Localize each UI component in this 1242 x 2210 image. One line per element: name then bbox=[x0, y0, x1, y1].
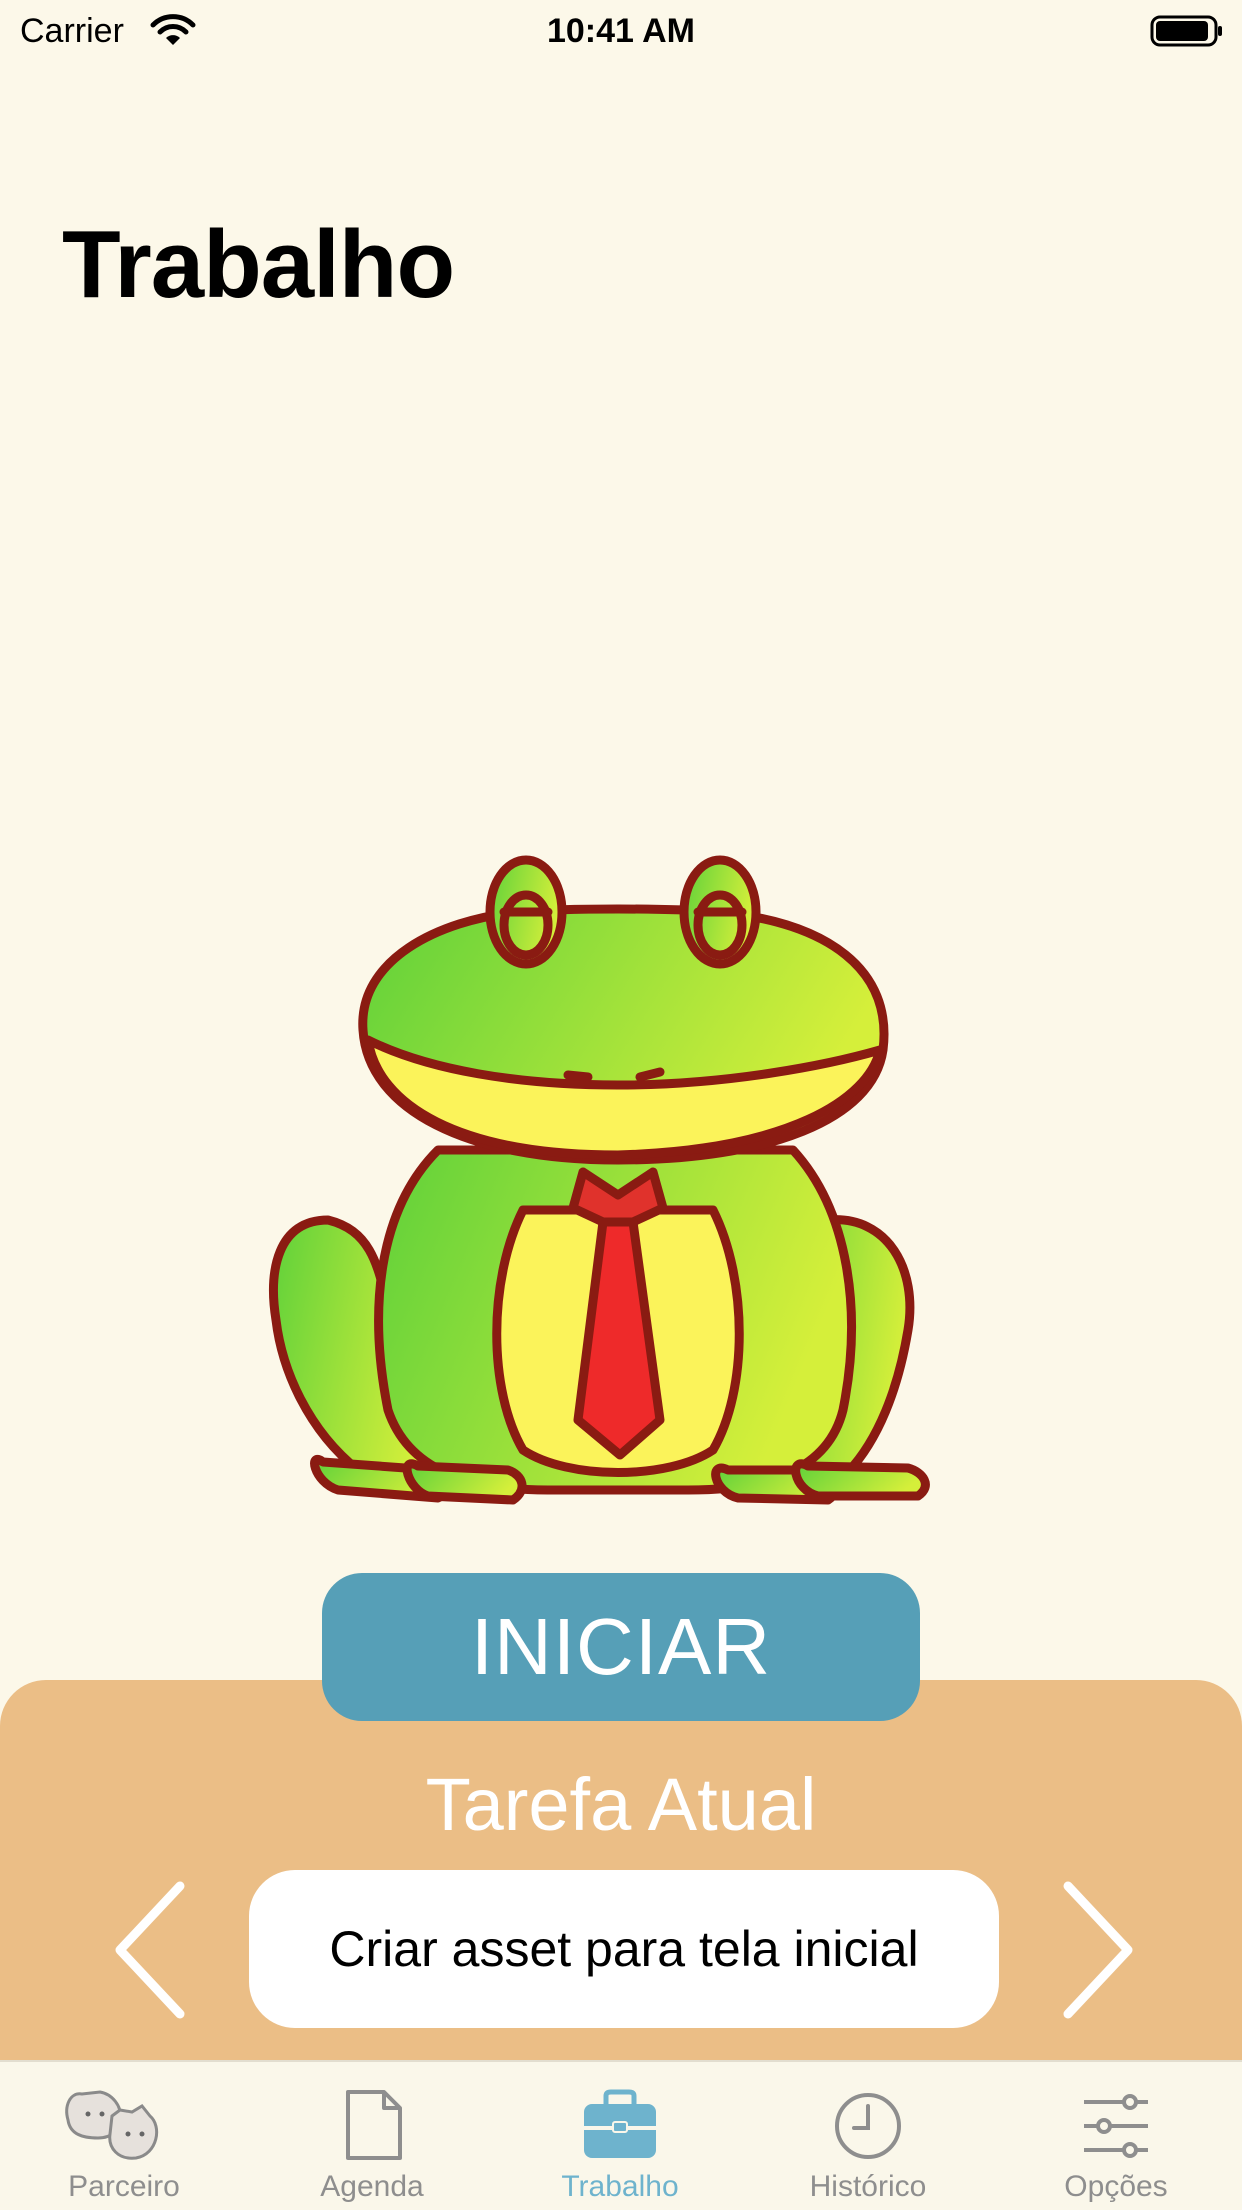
briefcase-icon bbox=[584, 2089, 656, 2158]
tab-label: Histórico bbox=[809, 2170, 927, 2203]
tab-trabalho[interactable]: Trabalho bbox=[496, 2062, 744, 2210]
page-title: Trabalho bbox=[62, 211, 455, 318]
sliders-icon bbox=[1084, 2094, 1148, 2158]
tab-label: Opções bbox=[1064, 2170, 1168, 2203]
chevron-right-icon[interactable] bbox=[1058, 1880, 1138, 2020]
battery-icon bbox=[1150, 15, 1222, 47]
frog-mascot-illustration bbox=[269, 855, 930, 1505]
pets-icon bbox=[65, 2090, 159, 2160]
chevron-left-icon[interactable] bbox=[110, 1880, 190, 2020]
start-button[interactable]: INICIAR bbox=[322, 1573, 920, 1721]
tab-historico[interactable]: Histórico bbox=[744, 2062, 992, 2210]
current-task-heading: Tarefa Atual bbox=[425, 1763, 817, 1846]
tab-parceiro[interactable]: Parceiro bbox=[0, 2062, 248, 2210]
tab-label: Trabalho bbox=[561, 2170, 679, 2203]
tab-agenda[interactable]: Agenda bbox=[248, 2062, 496, 2210]
tab-label: Agenda bbox=[320, 2170, 424, 2203]
tab-label: Parceiro bbox=[68, 2170, 180, 2203]
document-icon bbox=[346, 2090, 402, 2160]
clock: 10:41 AM bbox=[546, 12, 696, 50]
tab-bar: Parceiro Agenda Trabalho Histórico Opçõe… bbox=[0, 2060, 1242, 2210]
clock-icon bbox=[835, 2093, 901, 2159]
current-task-card[interactable]: Criar asset para tela inicial bbox=[249, 1870, 999, 2028]
tab-opcoes[interactable]: Opções bbox=[992, 2062, 1240, 2210]
status-bar: Carrier 10:41 AM bbox=[0, 0, 1242, 62]
current-task-panel: Tarefa Atual Criar asset para tela inici… bbox=[0, 1680, 1242, 2060]
